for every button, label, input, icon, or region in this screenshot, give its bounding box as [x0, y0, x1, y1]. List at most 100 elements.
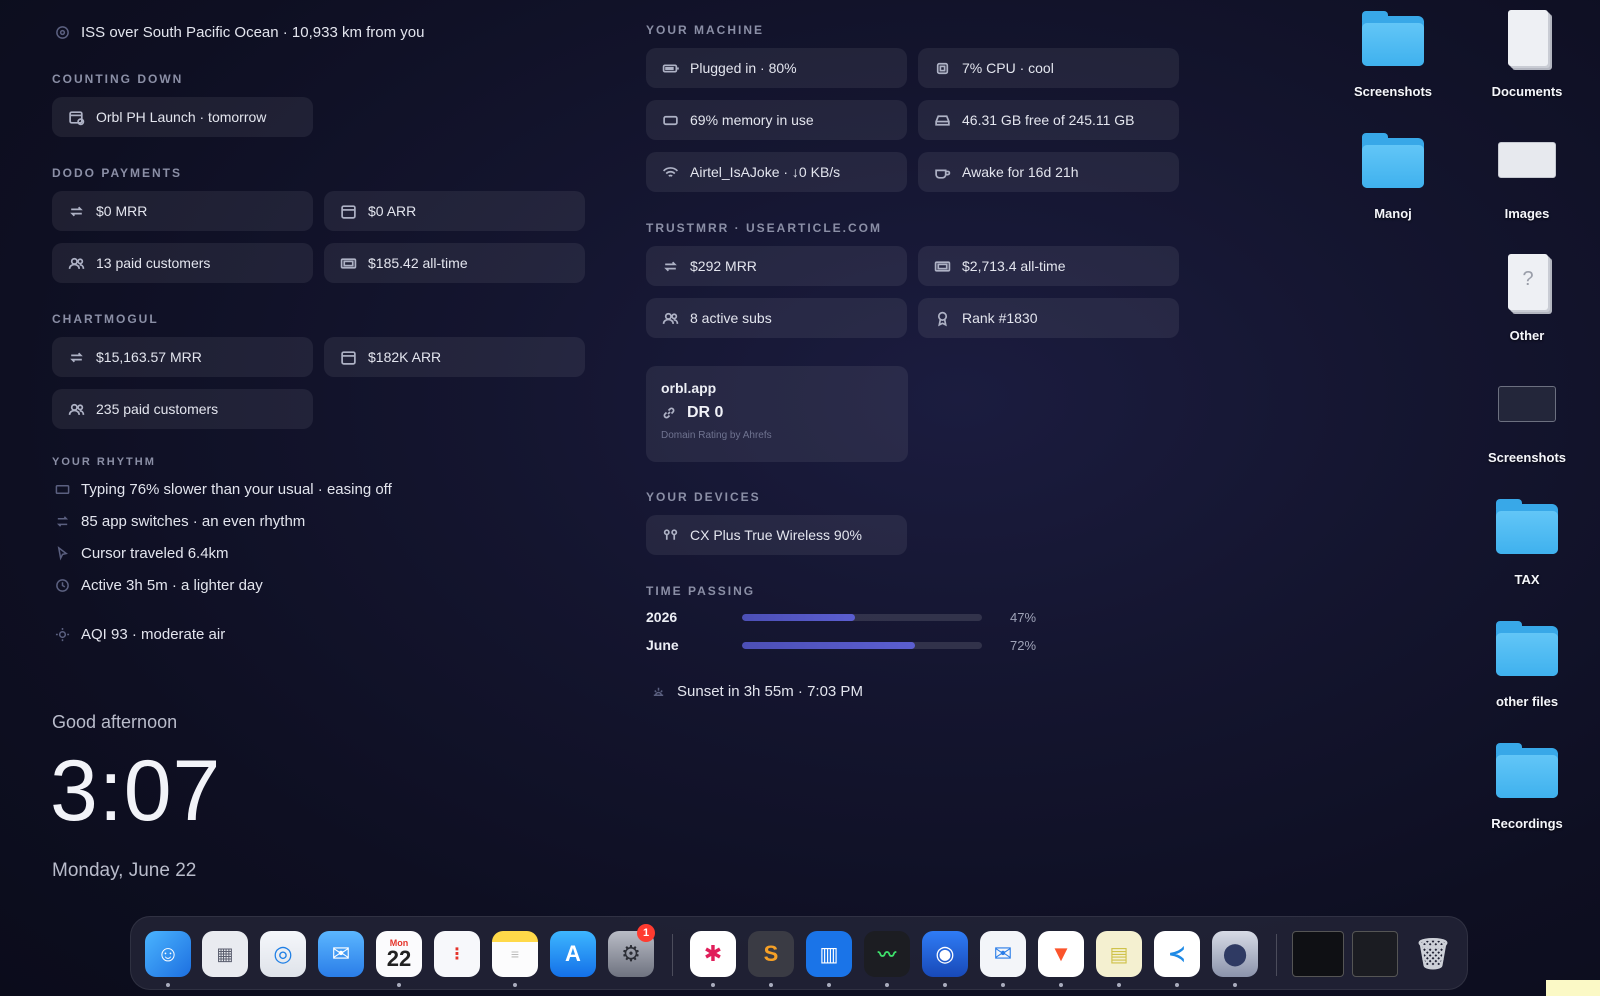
- month-progress-bar: [742, 641, 982, 649]
- terminal-window-icon[interactable]: [1292, 931, 1344, 977]
- desktop-folder-documents[interactable]: Documents: [1472, 8, 1582, 99]
- chartmogul-customers[interactable]: 235 paid customers: [52, 389, 313, 429]
- countdown-item[interactable]: Orbl PH Launch · tomorrow: [52, 97, 313, 137]
- machine-battery[interactable]: Plugged in · 80%: [646, 48, 907, 88]
- date: Monday, June 22: [52, 860, 197, 881]
- running-indicator: [1175, 983, 1179, 987]
- desktop-folder-manoj[interactable]: Manoj: [1338, 130, 1448, 221]
- trustmrr-mrr[interactable]: $292 MRR: [646, 246, 907, 286]
- iss-status: ISS over South Pacific Ocean · 10,933 km…: [52, 22, 425, 42]
- screenshot-window-icon[interactable]: [1352, 931, 1398, 977]
- rhythm-active-label: Active 3h 5m · a lighter day: [81, 576, 263, 594]
- domain-rating-card[interactable]: orbl.app DR 0 Domain Rating by Ahrefs: [646, 366, 908, 462]
- folder-icon: [1494, 496, 1560, 556]
- chartmogul-mrr[interactable]: $15,163.57 MRR: [52, 337, 313, 377]
- launchpad-icon[interactable]: ▦: [202, 931, 248, 977]
- trustmrr-subs[interactable]: 8 active subs: [646, 298, 907, 338]
- switch-icon: [52, 511, 72, 531]
- machine-wifi-label: Airtel_IsAJoke · ↓0 KB/s: [690, 164, 841, 180]
- time-passing-title: TIME PASSING: [646, 584, 756, 598]
- mail-icon[interactable]: ✉: [318, 931, 364, 977]
- vscode-icon[interactable]: ≺: [1154, 931, 1200, 977]
- calendar-icon[interactable]: Mon 22: [376, 931, 422, 977]
- machine-title: YOUR MACHINE: [646, 23, 765, 37]
- desktop-folder-other-files[interactable]: other files: [1472, 618, 1582, 709]
- device-earbuds[interactable]: CX Plus True Wireless 90%: [646, 515, 907, 555]
- desktop-folder-images[interactable]: Images: [1472, 130, 1582, 221]
- calendar-day: 22: [386, 945, 412, 971]
- running-indicator: [827, 983, 831, 987]
- rhythm-active: Active 3h 5m · a lighter day: [52, 575, 263, 595]
- memory-icon: [660, 110, 680, 130]
- cpu-icon: [932, 58, 952, 78]
- notes-icon[interactable]: ≡: [492, 931, 538, 977]
- desktop-file-screenshots[interactable]: Screenshots: [1472, 374, 1582, 465]
- running-indicator: [943, 983, 947, 987]
- dodo-customers[interactable]: 13 paid customers: [52, 243, 313, 283]
- dodo-mrr[interactable]: $0 MRR: [52, 191, 313, 231]
- safari-icon[interactable]: ◎: [260, 931, 306, 977]
- machine-memory[interactable]: 69% memory in use: [646, 100, 907, 140]
- chartmogul-arr[interactable]: $182K ARR: [324, 337, 585, 377]
- keyboard-icon: [52, 479, 72, 499]
- trustmrr-rank[interactable]: Rank #1830: [918, 298, 1179, 338]
- reminders-icon[interactable]: ⋮: [434, 931, 480, 977]
- notification-badge: 1: [637, 924, 655, 942]
- running-indicator: [1117, 983, 1121, 987]
- desktop-folder-tax[interactable]: TAX: [1472, 496, 1582, 587]
- battery-icon: [660, 58, 680, 78]
- machine-awake[interactable]: Awake for 16d 21h: [918, 152, 1179, 192]
- desktop-item-label: Screenshots: [1353, 84, 1433, 99]
- folder-icon: [1360, 130, 1426, 190]
- trello-icon[interactable]: ▥: [806, 931, 852, 977]
- award-icon: [932, 308, 952, 328]
- month-progress-fill: [742, 641, 915, 649]
- running-indicator: [769, 983, 773, 987]
- desktop-item-label: other files: [1495, 694, 1559, 709]
- thunderbird-icon[interactable]: ◉: [922, 931, 968, 977]
- dodo-customers-label: 13 paid customers: [96, 255, 211, 271]
- rhythm-typing-label: Typing 76% slower than your usual · easi…: [81, 480, 392, 498]
- slack-icon[interactable]: ✱: [690, 931, 736, 977]
- app-store-icon[interactable]: A: [550, 931, 596, 977]
- trash-icon[interactable]: 🗑: [1410, 931, 1456, 977]
- domain-rating: DR 0: [661, 404, 893, 422]
- dock-separator: [1276, 934, 1277, 976]
- time-row-year: 2026 47%: [646, 609, 1036, 625]
- dodo-arr[interactable]: $0 ARR: [324, 191, 585, 231]
- stickies-icon[interactable]: ▤: [1096, 931, 1142, 977]
- calendar-icon: [338, 347, 358, 367]
- desktop-item-label: Images: [1504, 206, 1550, 221]
- brave-icon[interactable]: ▼: [1038, 931, 1084, 977]
- users-icon: [660, 308, 680, 328]
- sunset-label: Sunset in 3h 55m · 7:03 PM: [677, 682, 863, 700]
- desktop-folder-screenshots[interactable]: Screenshots: [1338, 8, 1448, 99]
- desktop-folder-recordings[interactable]: Recordings: [1472, 740, 1582, 831]
- trustmrr-rank-label: Rank #1830: [962, 310, 1038, 326]
- machine-cpu[interactable]: 7% CPU · cool: [918, 48, 1179, 88]
- year-progress-bar: [742, 613, 982, 621]
- desktop-folder-other[interactable]: Other: [1472, 252, 1582, 343]
- dodo-all-time[interactable]: $185.42 all-time: [324, 243, 585, 283]
- finder-icon[interactable]: ☺: [145, 931, 191, 977]
- rhythm-switches-label: 85 app switches · an even rhythm: [81, 512, 306, 530]
- disk-utility-icon[interactable]: ⬤: [1212, 931, 1258, 977]
- domain-name: orbl.app: [661, 380, 717, 396]
- running-indicator: [166, 983, 170, 987]
- month-progress-percent: 72%: [1010, 637, 1037, 653]
- dodo-mrr-label: $0 MRR: [96, 203, 148, 219]
- domain-rating-value: DR 0: [687, 404, 724, 421]
- desktop-item-label: TAX: [1514, 572, 1540, 587]
- machine-wifi[interactable]: Airtel_IsAJoke · ↓0 KB/s: [646, 152, 907, 192]
- machine-disk[interactable]: 46.31 GB free of 245.11 GB: [918, 100, 1179, 140]
- devices-title: YOUR DEVICES: [646, 490, 761, 504]
- clock: 3:07: [50, 743, 222, 839]
- activity-monitor-icon[interactable]: 〰: [864, 931, 910, 977]
- mailspring-icon[interactable]: ✉: [980, 931, 1026, 977]
- trustmrr-all-time[interactable]: $2,713.4 all-time: [918, 246, 1179, 286]
- time-row-month-label: June: [646, 637, 679, 653]
- desktop-item-label: Recordings: [1491, 816, 1563, 831]
- sublime-text-icon[interactable]: S: [748, 931, 794, 977]
- cash-icon: [338, 253, 358, 273]
- running-indicator: [1233, 983, 1237, 987]
